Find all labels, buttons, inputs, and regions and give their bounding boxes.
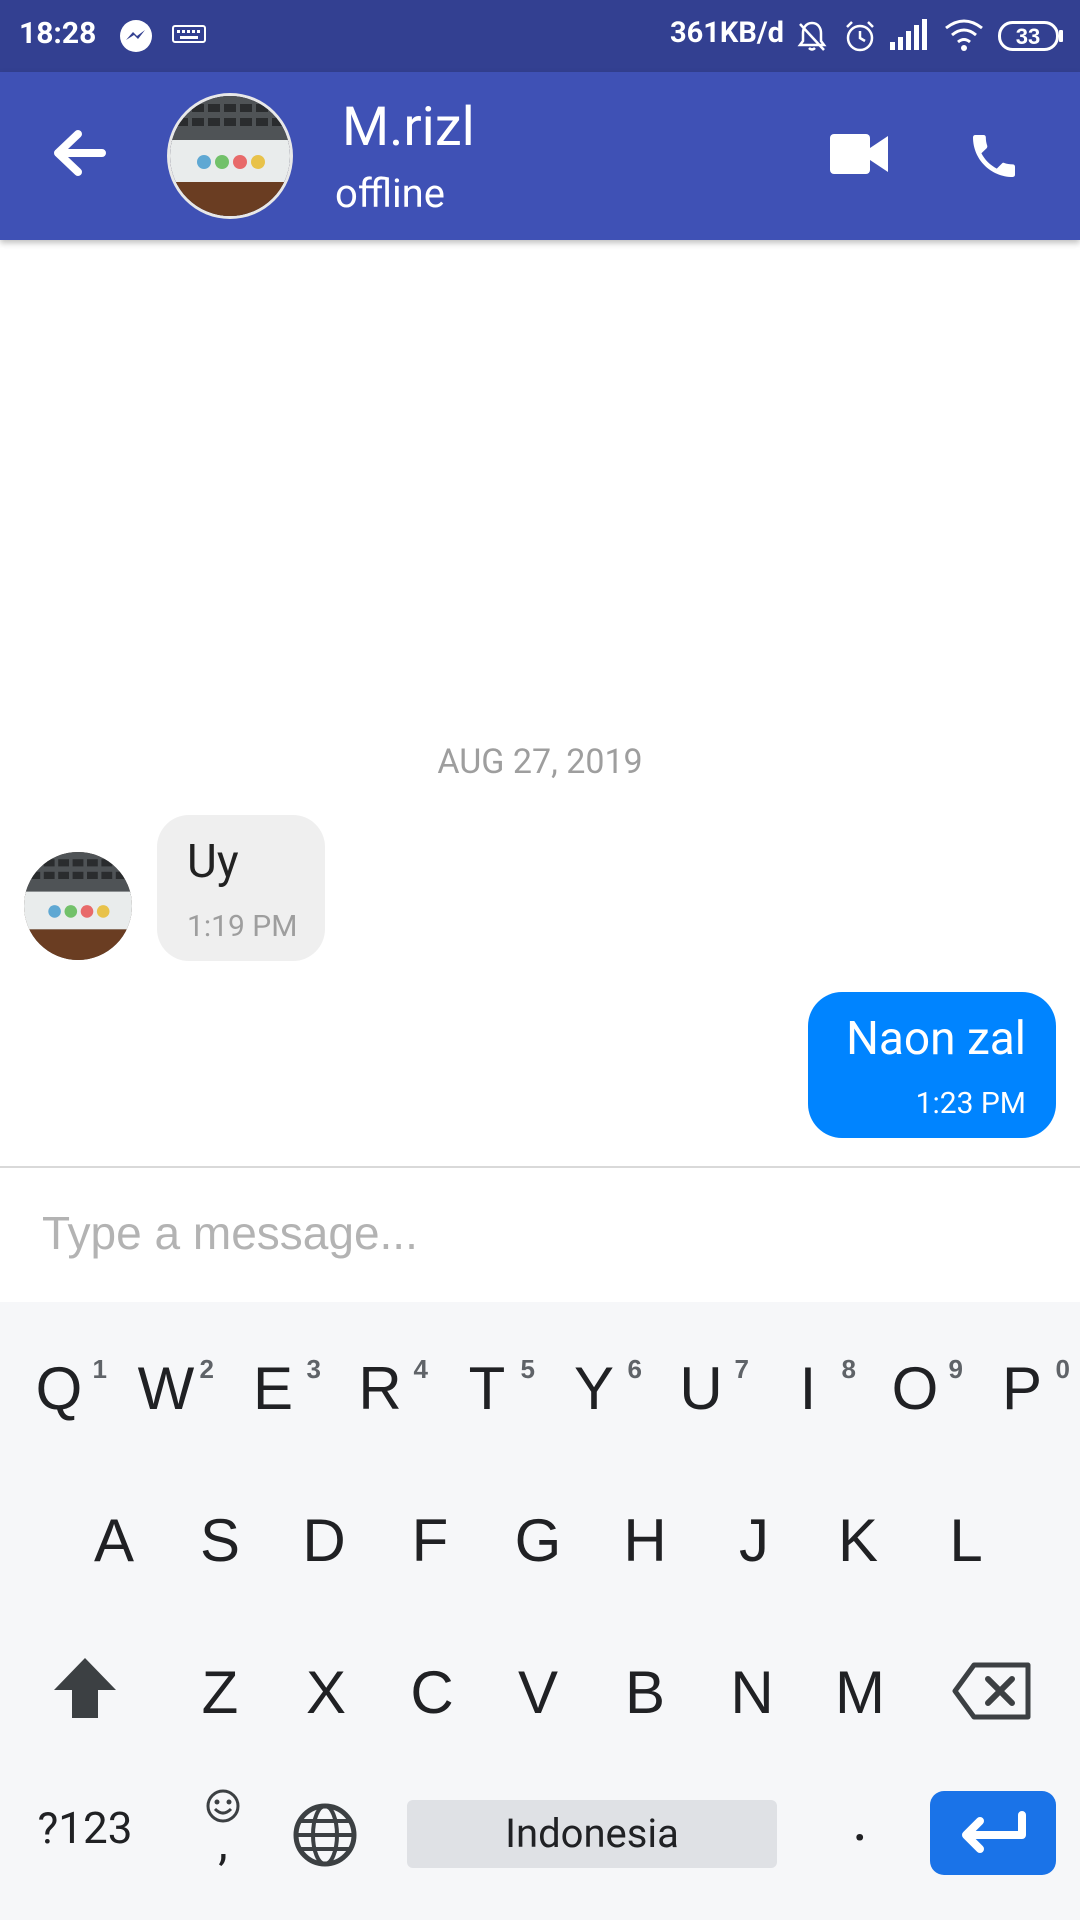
messenger-icon bbox=[118, 18, 154, 58]
key-i[interactable]: I8 bbox=[754, 1328, 862, 1448]
phone-call-icon[interactable] bbox=[966, 128, 1022, 188]
sender-avatar[interactable] bbox=[24, 852, 132, 960]
key-d[interactable]: D bbox=[270, 1480, 378, 1600]
message-composer bbox=[0, 1166, 1080, 1304]
key-letter: L bbox=[949, 1507, 983, 1574]
key-letter: F bbox=[411, 1507, 449, 1574]
key-letter: V bbox=[517, 1659, 559, 1726]
period-key[interactable]: . bbox=[840, 1784, 880, 1855]
key-y[interactable]: Y6 bbox=[540, 1328, 648, 1448]
wifi-icon bbox=[944, 18, 984, 56]
key-c[interactable]: C bbox=[378, 1632, 486, 1752]
key-v[interactable]: V bbox=[484, 1632, 592, 1752]
globe-icon[interactable] bbox=[292, 1802, 358, 1872]
key-j[interactable]: J bbox=[700, 1480, 808, 1600]
key-u[interactable]: U7 bbox=[647, 1328, 755, 1448]
contact-avatar[interactable] bbox=[170, 96, 290, 216]
key-number-hint: 1 bbox=[92, 1354, 107, 1384]
contact-name: M.rizl bbox=[342, 96, 475, 159]
status-time: 18:28 bbox=[19, 16, 97, 51]
battery-icon: 33 bbox=[998, 21, 1064, 55]
key-p[interactable]: P0 bbox=[968, 1328, 1076, 1448]
network-speed: 361KB/d bbox=[670, 16, 784, 50]
message-time: 1:19 PM bbox=[187, 909, 298, 944]
status-bar: 18:28 361KB/d 33 bbox=[0, 0, 1080, 72]
key-r[interactable]: R4 bbox=[326, 1328, 434, 1448]
key-number-hint: 7 bbox=[734, 1354, 749, 1384]
key-letter: G bbox=[514, 1507, 562, 1574]
key-number-hint: 2 bbox=[199, 1354, 214, 1384]
key-letter: M bbox=[835, 1659, 885, 1726]
date-separator: AUG 27, 2019 bbox=[437, 742, 643, 782]
key-letter: K bbox=[837, 1507, 879, 1574]
key-number-hint: 8 bbox=[841, 1354, 856, 1384]
key-x[interactable]: X bbox=[272, 1632, 380, 1752]
mute-bell-icon bbox=[794, 18, 830, 58]
chat-header: M.rizl offline bbox=[0, 72, 1080, 240]
key-number-hint: 5 bbox=[520, 1354, 535, 1384]
key-letter: X bbox=[305, 1659, 347, 1726]
key-number-hint: 0 bbox=[1055, 1354, 1070, 1384]
key-n[interactable]: N bbox=[698, 1632, 806, 1752]
message-text: Uy bbox=[187, 835, 239, 889]
key-m[interactable]: M bbox=[806, 1632, 914, 1752]
key-e[interactable]: E3 bbox=[219, 1328, 327, 1448]
key-a[interactable]: A bbox=[60, 1480, 168, 1600]
key-number-hint: 6 bbox=[627, 1354, 642, 1384]
key-letter: D bbox=[302, 1507, 346, 1574]
key-number-hint: 3 bbox=[306, 1354, 321, 1384]
key-letter: N bbox=[730, 1659, 774, 1726]
key-q[interactable]: Q1 bbox=[5, 1328, 113, 1448]
message-text: Naon zal bbox=[846, 1012, 1026, 1066]
battery-level: 33 bbox=[1016, 24, 1040, 49]
comma-label: , bbox=[218, 1814, 228, 1871]
key-number-hint: 9 bbox=[948, 1354, 963, 1384]
outgoing-message-bubble[interactable]: Naon zal 1:23 PM bbox=[808, 992, 1056, 1138]
alarm-icon bbox=[842, 18, 878, 58]
key-f[interactable]: F bbox=[376, 1480, 484, 1600]
key-z[interactable]: Z bbox=[166, 1632, 274, 1752]
enter-arrow-icon bbox=[962, 1811, 1026, 1853]
enter-key[interactable] bbox=[930, 1791, 1056, 1875]
key-letter: S bbox=[199, 1507, 241, 1574]
key-h[interactable]: H bbox=[591, 1480, 699, 1600]
key-letter: Z bbox=[201, 1659, 239, 1726]
key-b[interactable]: B bbox=[591, 1632, 699, 1752]
message-time: 1:23 PM bbox=[915, 1086, 1026, 1121]
key-s[interactable]: S bbox=[166, 1480, 274, 1600]
key-w[interactable]: W2 bbox=[112, 1328, 220, 1448]
keyboard-icon bbox=[172, 24, 206, 50]
presence-status: offline bbox=[335, 170, 445, 217]
key-k[interactable]: K bbox=[804, 1480, 912, 1600]
key-l[interactable]: L bbox=[912, 1480, 1020, 1600]
key-letter: J bbox=[739, 1507, 769, 1574]
backspace-icon[interactable] bbox=[952, 1662, 1032, 1724]
message-input[interactable] bbox=[40, 1202, 1024, 1264]
key-letter: H bbox=[623, 1507, 667, 1574]
incoming-message-bubble[interactable]: Uy 1:19 PM bbox=[157, 815, 325, 961]
key-o[interactable]: O9 bbox=[861, 1328, 969, 1448]
key-letter: A bbox=[93, 1507, 135, 1574]
key-number-hint: 4 bbox=[413, 1354, 428, 1384]
key-g[interactable]: G bbox=[484, 1480, 592, 1600]
shift-key-icon[interactable] bbox=[52, 1656, 118, 1724]
key-letter: B bbox=[624, 1659, 666, 1726]
space-key[interactable]: Indonesia bbox=[407, 1800, 777, 1868]
emoji-comma-key[interactable]: , bbox=[193, 1788, 253, 1871]
video-call-icon[interactable] bbox=[830, 132, 890, 180]
back-arrow-icon[interactable] bbox=[50, 128, 106, 182]
key-t[interactable]: T5 bbox=[433, 1328, 541, 1448]
signal-icon bbox=[888, 18, 928, 56]
key-letter: C bbox=[410, 1659, 454, 1726]
symbols-key[interactable]: ?123 bbox=[20, 1802, 150, 1854]
